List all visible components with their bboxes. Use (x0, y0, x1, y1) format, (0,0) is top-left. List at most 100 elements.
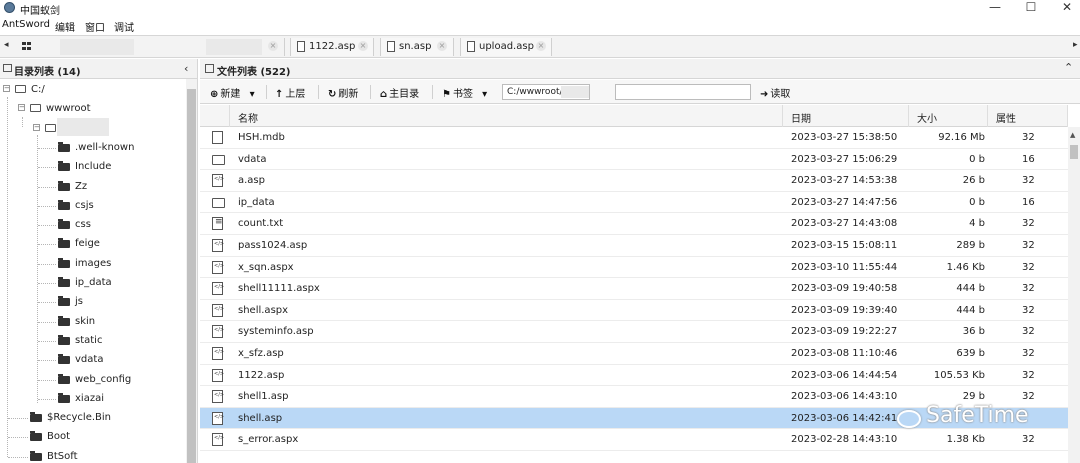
column-header-attr[interactable]: 属性 (988, 105, 1068, 127)
folder-icon (58, 161, 70, 172)
tree-item-label: wwwroot (46, 103, 91, 115)
minimize-button[interactable]: — (980, 0, 1010, 17)
up-level-button[interactable]: ↑ 上层 (275, 85, 305, 100)
tree-item-label: skin (75, 315, 96, 327)
tree-item[interactable]: BtSoft (0, 448, 186, 463)
column-header-size[interactable]: 大小 (909, 105, 988, 127)
bookmark-label: 书签 (452, 89, 473, 100)
menu-edit[interactable]: 编辑 (55, 19, 75, 34)
tree-item[interactable]: vdata (0, 351, 186, 369)
scrollbar-thumb[interactable] (1070, 145, 1078, 159)
collapse-toggle-icon[interactable]: − (3, 85, 10, 92)
plus-circle-icon: ⊕ (210, 89, 219, 100)
tab-label: upload.asp (479, 41, 534, 52)
tree-item[interactable]: .well-known (0, 139, 186, 157)
tab-scroll-right-icon[interactable]: ▸ (1073, 40, 1078, 50)
file-row[interactable]: a.asp 2023-03-27 14:53:38 26 b 32 (200, 170, 1068, 192)
maximize-button[interactable]: ☐ (1016, 0, 1046, 17)
file-name-cell: pass1024.asp (238, 240, 308, 251)
tree-item[interactable]: web_config (0, 371, 186, 389)
file-name-cell: shell.aspx (238, 304, 289, 316)
file-attr-cell: 32 (1022, 261, 1035, 273)
tree-item[interactable]: Zz (0, 178, 186, 196)
close-icon[interactable]: × (268, 41, 278, 51)
tab-scroll-left-icon[interactable]: ◂ (4, 40, 9, 50)
tree-item[interactable]: static (0, 332, 186, 350)
file-row[interactable]: count.txt 2023-03-27 14:43:08 4 b 32 (200, 213, 1068, 235)
home-dir-button[interactable]: ⌂ 主目录 (380, 85, 419, 100)
collapse-toggle-icon[interactable]: − (33, 123, 40, 131)
dropdown-caret-icon: ▾ (482, 89, 488, 100)
tree-guide (8, 456, 28, 458)
close-icon[interactable]: × (536, 41, 546, 51)
tree-item[interactable]: js (0, 293, 186, 311)
blurred-tab[interactable] (60, 39, 134, 55)
toolbar-divider (370, 85, 371, 99)
collapse-left-icon[interactable]: ‹ (184, 62, 188, 75)
file-row[interactable]: s_error.aspx 2023-02-28 14:43:10 1.38 Kb 32 (200, 429, 1068, 451)
code-file-icon (212, 303, 224, 317)
file-row[interactable]: x_sqn.aspx 2023-03-10 11:55:44 1.46 Kb 32 (200, 257, 1068, 279)
tab-upload-asp[interactable]: upload.asp × (460, 38, 552, 56)
tree-item[interactable]: − C:/ (0, 81, 186, 99)
tree-guide (38, 186, 56, 188)
path-input-extra[interactable] (615, 84, 751, 100)
bookmark-button[interactable]: ⚑ 书签 ▾ (442, 85, 487, 100)
blurred-tab-close[interactable]: × (262, 38, 285, 56)
tab-1122-asp[interactable]: 1122.asp × (290, 38, 374, 56)
read-button[interactable]: ➜ 读取 (760, 85, 790, 100)
file-row[interactable]: ip_data 2023-03-27 14:47:56 0 b 16 (200, 192, 1068, 214)
scrollbar-thumb[interactable] (187, 89, 196, 463)
close-button[interactable]: ✕ (1052, 0, 1080, 17)
tree-item[interactable]: css (0, 216, 186, 234)
blurred-tab[interactable] (206, 39, 262, 55)
bookmark-flag-icon: ⚑ (442, 89, 451, 100)
file-attr-cell: 32 (1022, 304, 1035, 316)
tree-item[interactable]: − wwwroot (0, 100, 186, 118)
tree-item-label: feige (75, 238, 100, 250)
tree-item[interactable]: Boot (0, 428, 186, 446)
close-icon[interactable]: × (358, 41, 368, 51)
column-header-name[interactable]: 名称 (230, 105, 783, 127)
file-row[interactable]: pass1024.asp 2023-03-15 15:08:11 289 b 32 (200, 235, 1068, 257)
file-row[interactable]: vdata 2023-03-27 15:06:29 0 b 16 (200, 149, 1068, 171)
new-button[interactable]: ⊕ 新建 ▾ (210, 85, 255, 100)
tree-item[interactable]: ip_data (0, 274, 186, 292)
collapse-up-icon[interactable]: ⌃ (1064, 61, 1073, 74)
menu-antsword[interactable]: AntSword (2, 19, 50, 30)
file-list-icon (205, 64, 214, 73)
file-size-cell: 1.38 Kb (946, 434, 985, 446)
tree-item[interactable]: xiazai (0, 390, 186, 408)
tree-item[interactable]: skin (0, 313, 186, 331)
file-row[interactable]: HSH.mdb 2023-03-27 15:38:50 92.16 Mb 32 (200, 127, 1068, 149)
menu-window[interactable]: 窗口 (85, 19, 105, 34)
tree-item[interactable]: images (0, 255, 186, 273)
tree-item[interactable]: feige (0, 235, 186, 253)
file-date-cell: 2023-03-27 14:43:08 (791, 218, 898, 230)
scroll-up-icon[interactable]: ▲ (1070, 131, 1075, 139)
tree-item[interactable]: Include (0, 158, 186, 176)
file-row[interactable]: shell.aspx 2023-03-09 19:39:40 444 b 32 (200, 300, 1068, 322)
tree-item[interactable]: csjs (0, 197, 186, 215)
folder-icon (58, 180, 70, 191)
refresh-button[interactable]: ↻ 刷新 (328, 85, 358, 100)
file-row[interactable]: x_sfz.asp 2023-03-08 11:10:46 639 b 32 (200, 343, 1068, 365)
tree-item[interactable]: $Recycle.Bin (0, 409, 186, 427)
directory-scrollbar[interactable] (186, 79, 197, 463)
column-header-date[interactable]: 日期 (783, 105, 909, 127)
file-row[interactable]: 1122.asp 2023-03-06 14:44:54 105.53 Kb 32 (200, 365, 1068, 387)
file-size-cell: 4 b (969, 218, 985, 230)
tree-guide (38, 360, 56, 362)
file-date-cell: 2023-02-28 14:43:10 (791, 434, 898, 446)
folder-icon (212, 197, 225, 208)
file-row[interactable]: systeminfo.asp 2023-03-09 19:22:27 36 b 32 (200, 321, 1068, 343)
tab-sn-asp[interactable]: sn.asp × (380, 38, 454, 56)
close-icon[interactable]: × (437, 41, 447, 51)
file-grid-scrollbar[interactable]: ▲ (1068, 127, 1080, 463)
menu-debug[interactable]: 调试 (114, 19, 134, 34)
toolbar-divider (318, 85, 319, 99)
file-row[interactable]: shell11111.aspx 2023-03-09 19:40:58 444 b 3… (200, 278, 1068, 300)
tree-item[interactable]: − (0, 117, 186, 138)
collapse-toggle-icon[interactable]: − (18, 104, 25, 112)
grid-home-icon[interactable] (22, 42, 32, 51)
